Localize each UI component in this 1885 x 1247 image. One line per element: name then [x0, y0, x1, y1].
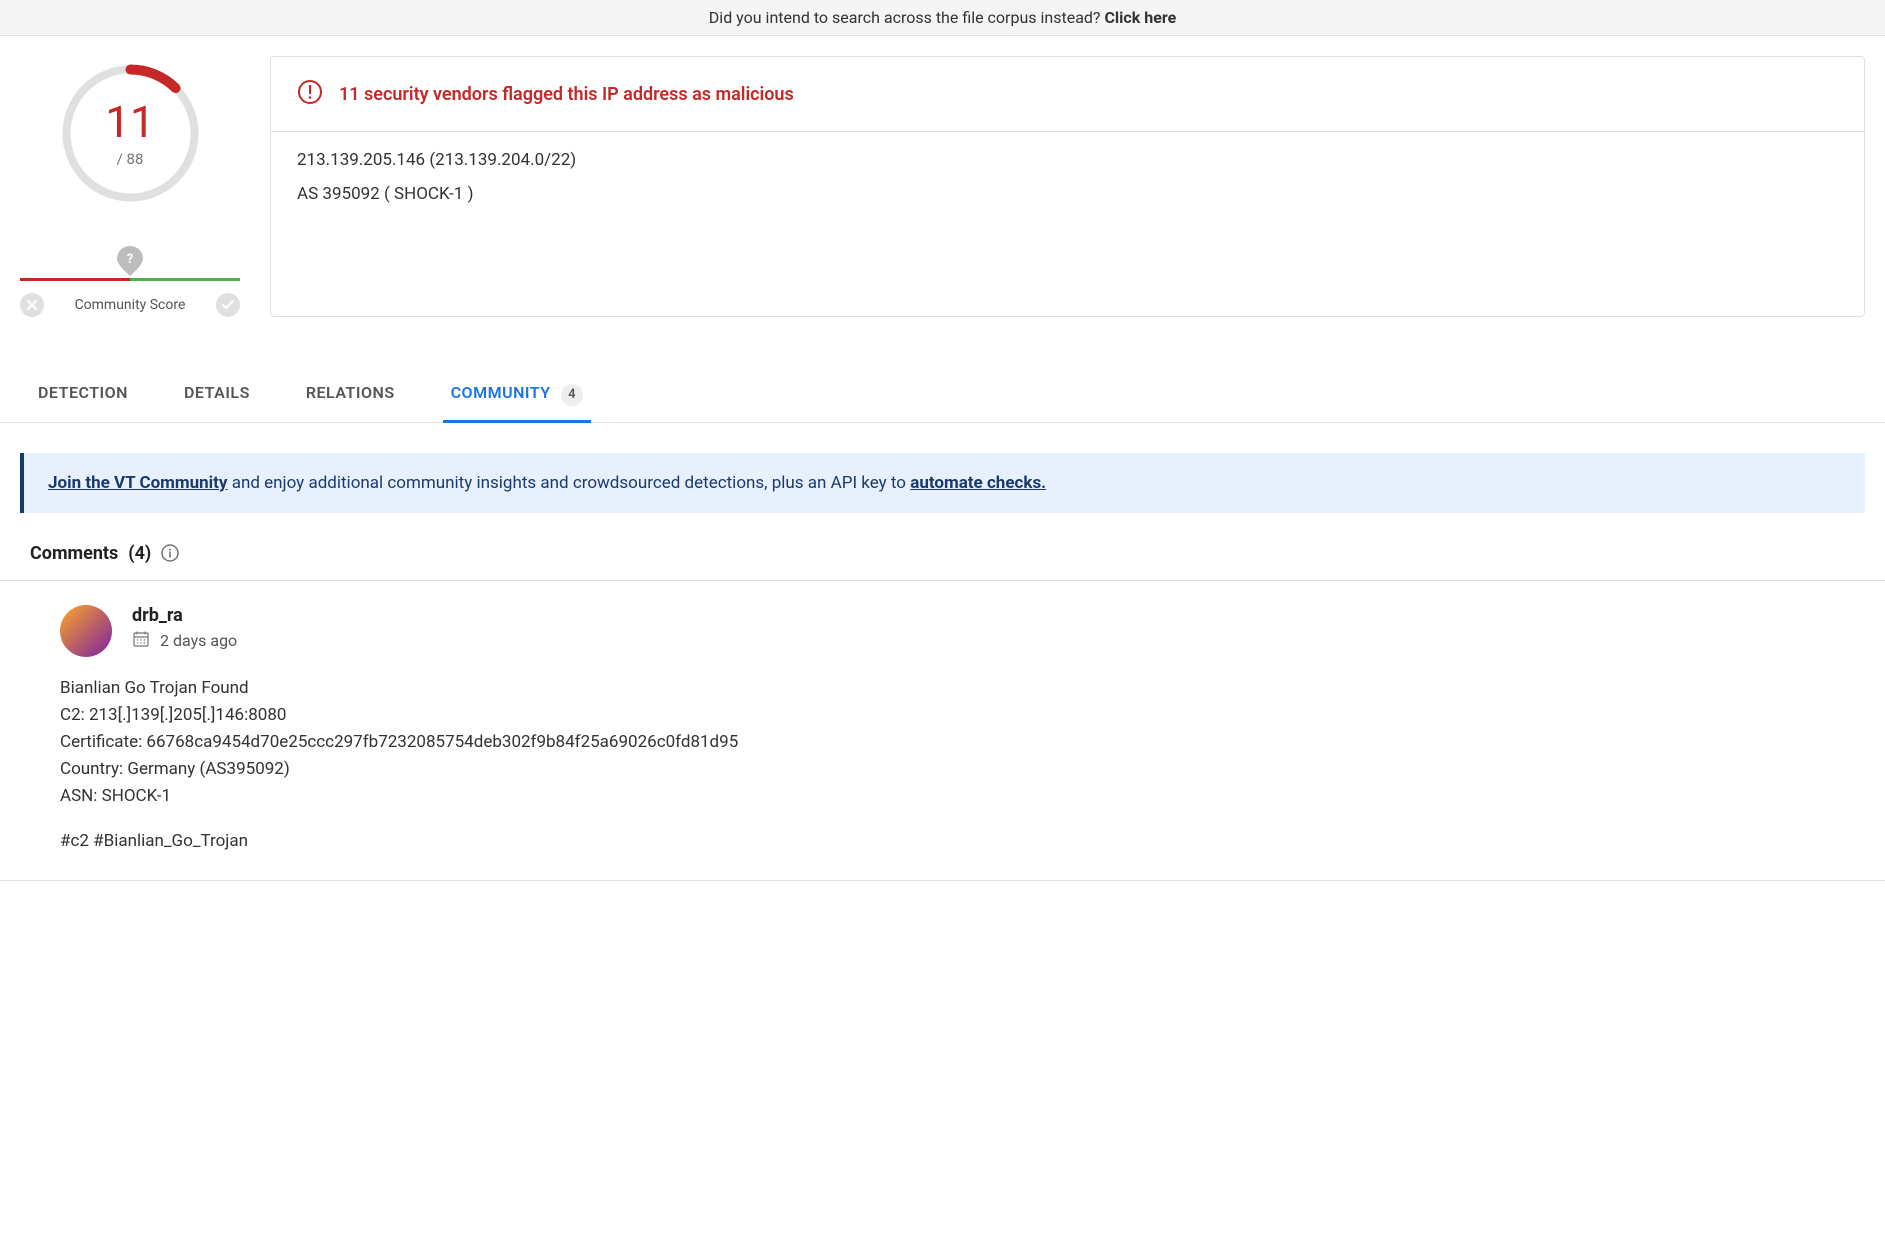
comment-tags: #c2 #Bianlian_Go_Trojan — [60, 828, 1855, 855]
asn-row: AS 395092 ( SHOCK-1 ) — [297, 184, 1838, 204]
tab-details[interactable]: DETAILS — [176, 367, 258, 422]
detection-score-gauge: 11 / 88 — [58, 61, 203, 206]
comment-line: Certificate: 66768ca9454d70e25ccc297fb72… — [60, 729, 1855, 756]
detection-total: / 88 — [105, 150, 154, 168]
info-card: 11 security vendors flagged this IP addr… — [270, 56, 1865, 317]
alert-icon — [297, 79, 323, 109]
comments-header: Comments (4) — [0, 543, 1885, 581]
comment-time: 2 days ago — [160, 631, 237, 650]
banner-middle-text: and enjoy additional community insights … — [227, 473, 910, 493]
flagged-text: 11 security vendors flagged this IP addr… — [339, 84, 794, 105]
calendar-icon — [132, 630, 150, 652]
vote-positive-button[interactable] — [216, 293, 240, 317]
close-icon — [26, 299, 38, 311]
ip-details: 213.139.205.146 (213.139.204.0/22) AS 39… — [271, 132, 1864, 244]
tab-relations[interactable]: RELATIONS — [298, 367, 403, 422]
comments-title: Comments — [30, 543, 118, 564]
question-pin-icon: ? — [117, 246, 143, 276]
comment-author[interactable]: drb_ra — [132, 605, 237, 626]
tab-detection[interactable]: DETECTION — [30, 367, 136, 422]
community-score-label: Community Score — [75, 297, 186, 313]
comments-count: (4) — [128, 543, 151, 564]
svg-text:?: ? — [127, 252, 133, 267]
detection-count: 11 — [105, 100, 154, 144]
comment-item: drb_ra 2 days ago Bianlian Go Trojan Fou… — [0, 581, 1885, 881]
comment-line: C2: 213[.]139[.]205[.]146:8080 — [60, 702, 1855, 729]
tab-community-label: COMMUNITY — [451, 383, 551, 402]
join-community-link[interactable]: Join the VT Community — [48, 473, 227, 493]
avatar[interactable] — [60, 605, 112, 657]
vote-negative-button[interactable] — [20, 293, 44, 317]
tabs: DETECTION DETAILS RELATIONS COMMUNITY 4 — [0, 367, 1885, 423]
search-intent-banner: Did you intend to search across the file… — [0, 0, 1885, 36]
click-here-link[interactable]: Click here — [1104, 8, 1176, 27]
community-score-bar — [20, 278, 240, 281]
comment-body: Bianlian Go Trojan Found C2: 213[.]139[.… — [60, 675, 1855, 856]
community-score-section: ? Community Score — [20, 246, 240, 317]
info-icon[interactable] — [161, 544, 179, 562]
comment-line: ASN: SHOCK-1 — [60, 783, 1855, 810]
comment-line: Bianlian Go Trojan Found — [60, 675, 1855, 702]
automate-checks-link[interactable]: automate checks. — [910, 473, 1046, 493]
comment-line: Country: Germany (AS395092) — [60, 756, 1855, 783]
tab-community-badge: 4 — [561, 384, 583, 406]
flagged-alert: 11 security vendors flagged this IP addr… — [271, 57, 1864, 132]
community-join-banner: Join the VT Community and enjoy addition… — [20, 453, 1865, 513]
header-section: 11 / 88 ? Community Sc — [0, 36, 1885, 337]
check-icon — [221, 299, 235, 311]
score-column: 11 / 88 ? Community Sc — [20, 56, 240, 317]
tab-community[interactable]: COMMUNITY 4 — [443, 367, 591, 422]
banner-text: Did you intend to search across the file… — [709, 8, 1105, 27]
ip-address-row: 213.139.205.146 (213.139.204.0/22) — [297, 150, 1838, 170]
